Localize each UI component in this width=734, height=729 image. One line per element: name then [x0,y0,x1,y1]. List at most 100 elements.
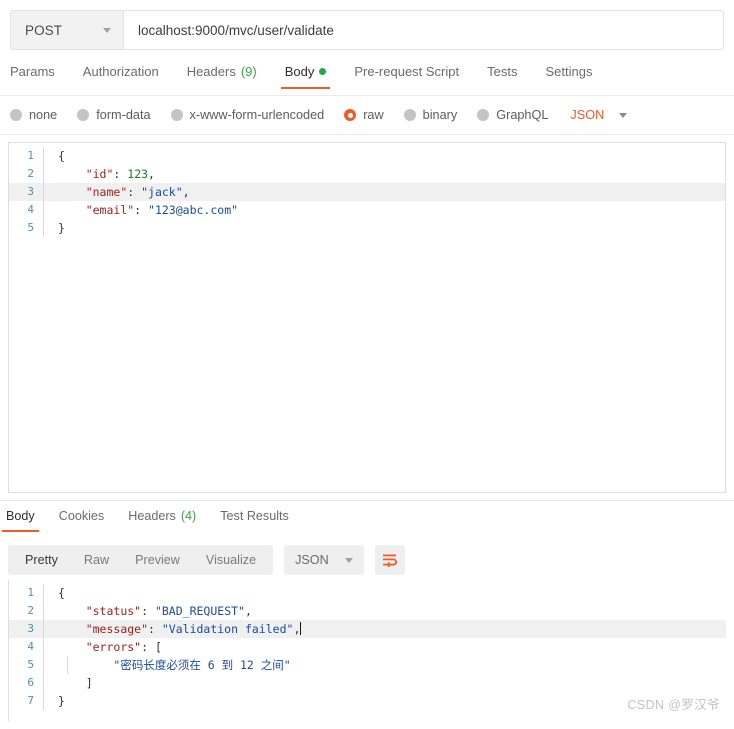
request-tab-body[interactable]: Body [280,62,330,89]
code-line[interactable]: 1{ [9,584,726,602]
code-line[interactable]: 4 "email": "123@abc.com" [9,201,725,219]
code-token: "errors" [85,640,142,654]
body-type-radio-graphql[interactable]: GraphQL [477,108,548,122]
fold-gutter[interactable] [43,147,55,165]
fold-gutter[interactable] [43,620,55,638]
tab-label: Headers [186,64,236,79]
body-type-radio-none[interactable]: none [10,108,57,122]
fold-gutter[interactable] [43,656,55,674]
request-tab-params[interactable]: Params [10,62,55,89]
request-tab-pre-request-script[interactable]: Pre-request Script [354,62,459,89]
code-token: "email" [85,203,135,217]
radio-icon [77,109,90,121]
response-view-raw[interactable]: Raw [71,553,122,567]
tab-count: (9) [240,64,257,79]
response-view-pretty[interactable]: Pretty [12,553,71,567]
response-tab-strip: Body Cookies Headers (4) Test Results [2,508,726,536]
fold-gutter[interactable] [43,674,55,692]
response-view-preview[interactable]: Preview [122,553,193,567]
code-text: { [55,584,65,602]
tab-label: Body [284,64,315,79]
code-token: "jack" [141,185,183,199]
line-number: 2 [27,167,34,180]
code-line[interactable]: 5 "密码长度必须在 6 到 12 之间" [9,656,726,674]
code-line[interactable]: 3 "name": "jack", [9,183,725,201]
panel-split-divider[interactable] [0,500,734,501]
postman-request-response-view: POST localhost:9000/mvc/user/validate Pa… [0,0,734,729]
radio-icon [477,109,490,121]
body-type-divider [0,134,734,135]
code-token: ] [58,676,93,690]
code-token: { [58,586,65,600]
request-tab-settings[interactable]: Settings [545,62,592,89]
code-text: } [55,219,65,237]
response-tab-cookies[interactable]: Cookies [59,508,105,532]
response-tab-body[interactable]: Body [2,508,39,532]
fold-gutter[interactable] [43,602,55,620]
word-wrap-icon [382,554,397,567]
request-tab-strip: Params Authorization Headers (9) Body Pre-req… [10,62,724,95]
body-type-radio-raw[interactable]: raw [344,108,384,122]
code-token: : [148,622,162,636]
line-number: 6 [27,676,34,689]
body-type-radio-form-data[interactable]: form-data [77,108,151,122]
request-url-input[interactable]: localhost:9000/mvc/user/validate [123,10,724,50]
code-token: , [148,167,155,181]
response-code-area[interactable]: 1{2 "status": "BAD_REQUEST", 3 "message":… [9,580,726,721]
code-line[interactable]: 4 "errors": [ [9,638,726,656]
url-bar: POST localhost:9000/mvc/user/validate [10,10,724,50]
fold-gutter[interactable] [43,183,55,201]
line-number: 4 [27,640,34,653]
line-number: 1 [27,586,34,599]
code-text: "email": "123@abc.com" [55,201,238,219]
response-tab-headers[interactable]: Headers (4) [128,508,196,532]
request-tab-authorization[interactable]: Authorization [83,62,159,89]
fold-gutter[interactable] [43,219,55,237]
code-line[interactable]: 7} [9,692,726,710]
radio-icon [344,109,357,121]
code-token: "message" [85,622,149,636]
code-token: } [58,221,65,235]
response-view-visualize[interactable]: Visualize [193,553,269,567]
code-token: } [58,694,65,708]
code-line[interactable]: 2 "id": 123, [9,165,725,183]
fold-gutter[interactable] [43,584,55,602]
code-line[interactable]: 2 "status": "BAD_REQUEST", [9,602,726,620]
raw-format-select[interactable]: JSON [570,108,628,122]
response-tab-test-results[interactable]: Test Results [220,508,289,532]
line-number: 4 [27,203,34,216]
response-format-select[interactable]: JSON [284,545,364,575]
code-line[interactable]: 1{ [9,147,725,165]
fold-gutter[interactable] [43,638,55,656]
text-cursor [300,622,302,635]
http-method-select[interactable]: POST [10,10,123,50]
tab-label: Tests [487,64,518,79]
code-text: "id": 123, [55,165,155,183]
code-line[interactable]: 3 "message": "Validation failed", [9,620,726,638]
chevron-down-icon [344,557,353,563]
line-number: 5 [27,221,34,234]
request-tabs-divider [0,95,734,96]
word-wrap-toggle[interactable] [374,545,405,575]
tab-count: (4) [180,509,197,523]
request-body-editor[interactable]: 1{2 "id": 123, 3 "name": "jack", 4 "email"… [8,142,726,493]
code-line[interactable]: 6 ] [9,674,726,692]
request-tab-tests[interactable]: Tests [487,62,517,89]
radio-label: GraphQL [496,108,549,122]
request-tab-headers[interactable]: Headers (9) [187,62,257,89]
chevron-down-icon [619,112,628,118]
code-token: : [113,167,128,181]
request-code-area[interactable]: 1{2 "id": 123, 3 "name": "jack", 4 "email"… [9,143,725,492]
response-body-editor[interactable]: 1{2 "status": "BAD_REQUEST", 3 "message":… [8,580,726,721]
code-line[interactable]: 5} [9,219,725,237]
fold-gutter[interactable] [43,692,55,710]
body-type-radio-binary[interactable]: binary [403,108,457,122]
line-number: 7 [27,694,34,707]
body-type-radio-x-www-form-urlencoded[interactable]: x-www-form-urlencoded [170,108,324,122]
fold-gutter[interactable] [43,165,55,183]
fold-gutter[interactable] [43,201,55,219]
watermark: CSDN @罗汉爷 [627,698,720,712]
code-token: "Validation failed" [161,622,294,636]
